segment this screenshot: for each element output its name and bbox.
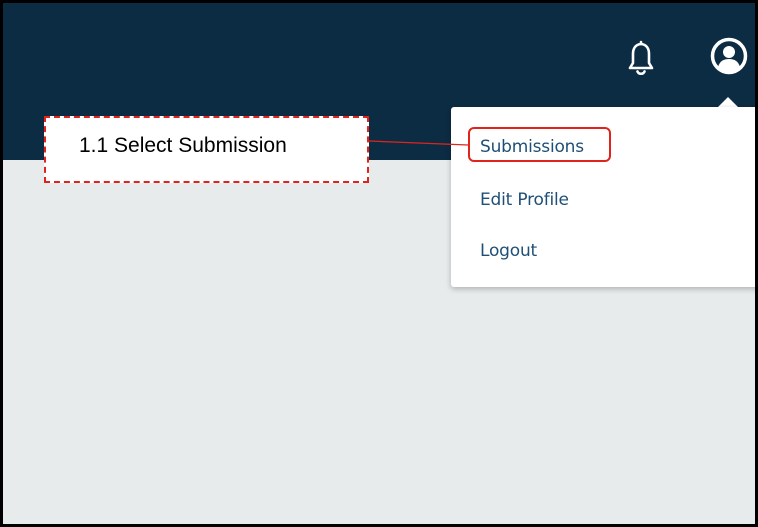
user-circle-icon[interactable] — [709, 36, 749, 76]
annotation-callout-text: 1.1 Select Submission — [79, 134, 287, 157]
menu-item-logout[interactable]: Logout — [480, 241, 537, 261]
submissions-highlight-box — [468, 127, 611, 162]
menu-item-edit-profile[interactable]: Edit Profile — [480, 190, 569, 210]
bell-icon[interactable] — [628, 39, 654, 79]
screenshot-frame: Submissions Edit Profile Logout 1.1 Sele… — [0, 0, 758, 527]
